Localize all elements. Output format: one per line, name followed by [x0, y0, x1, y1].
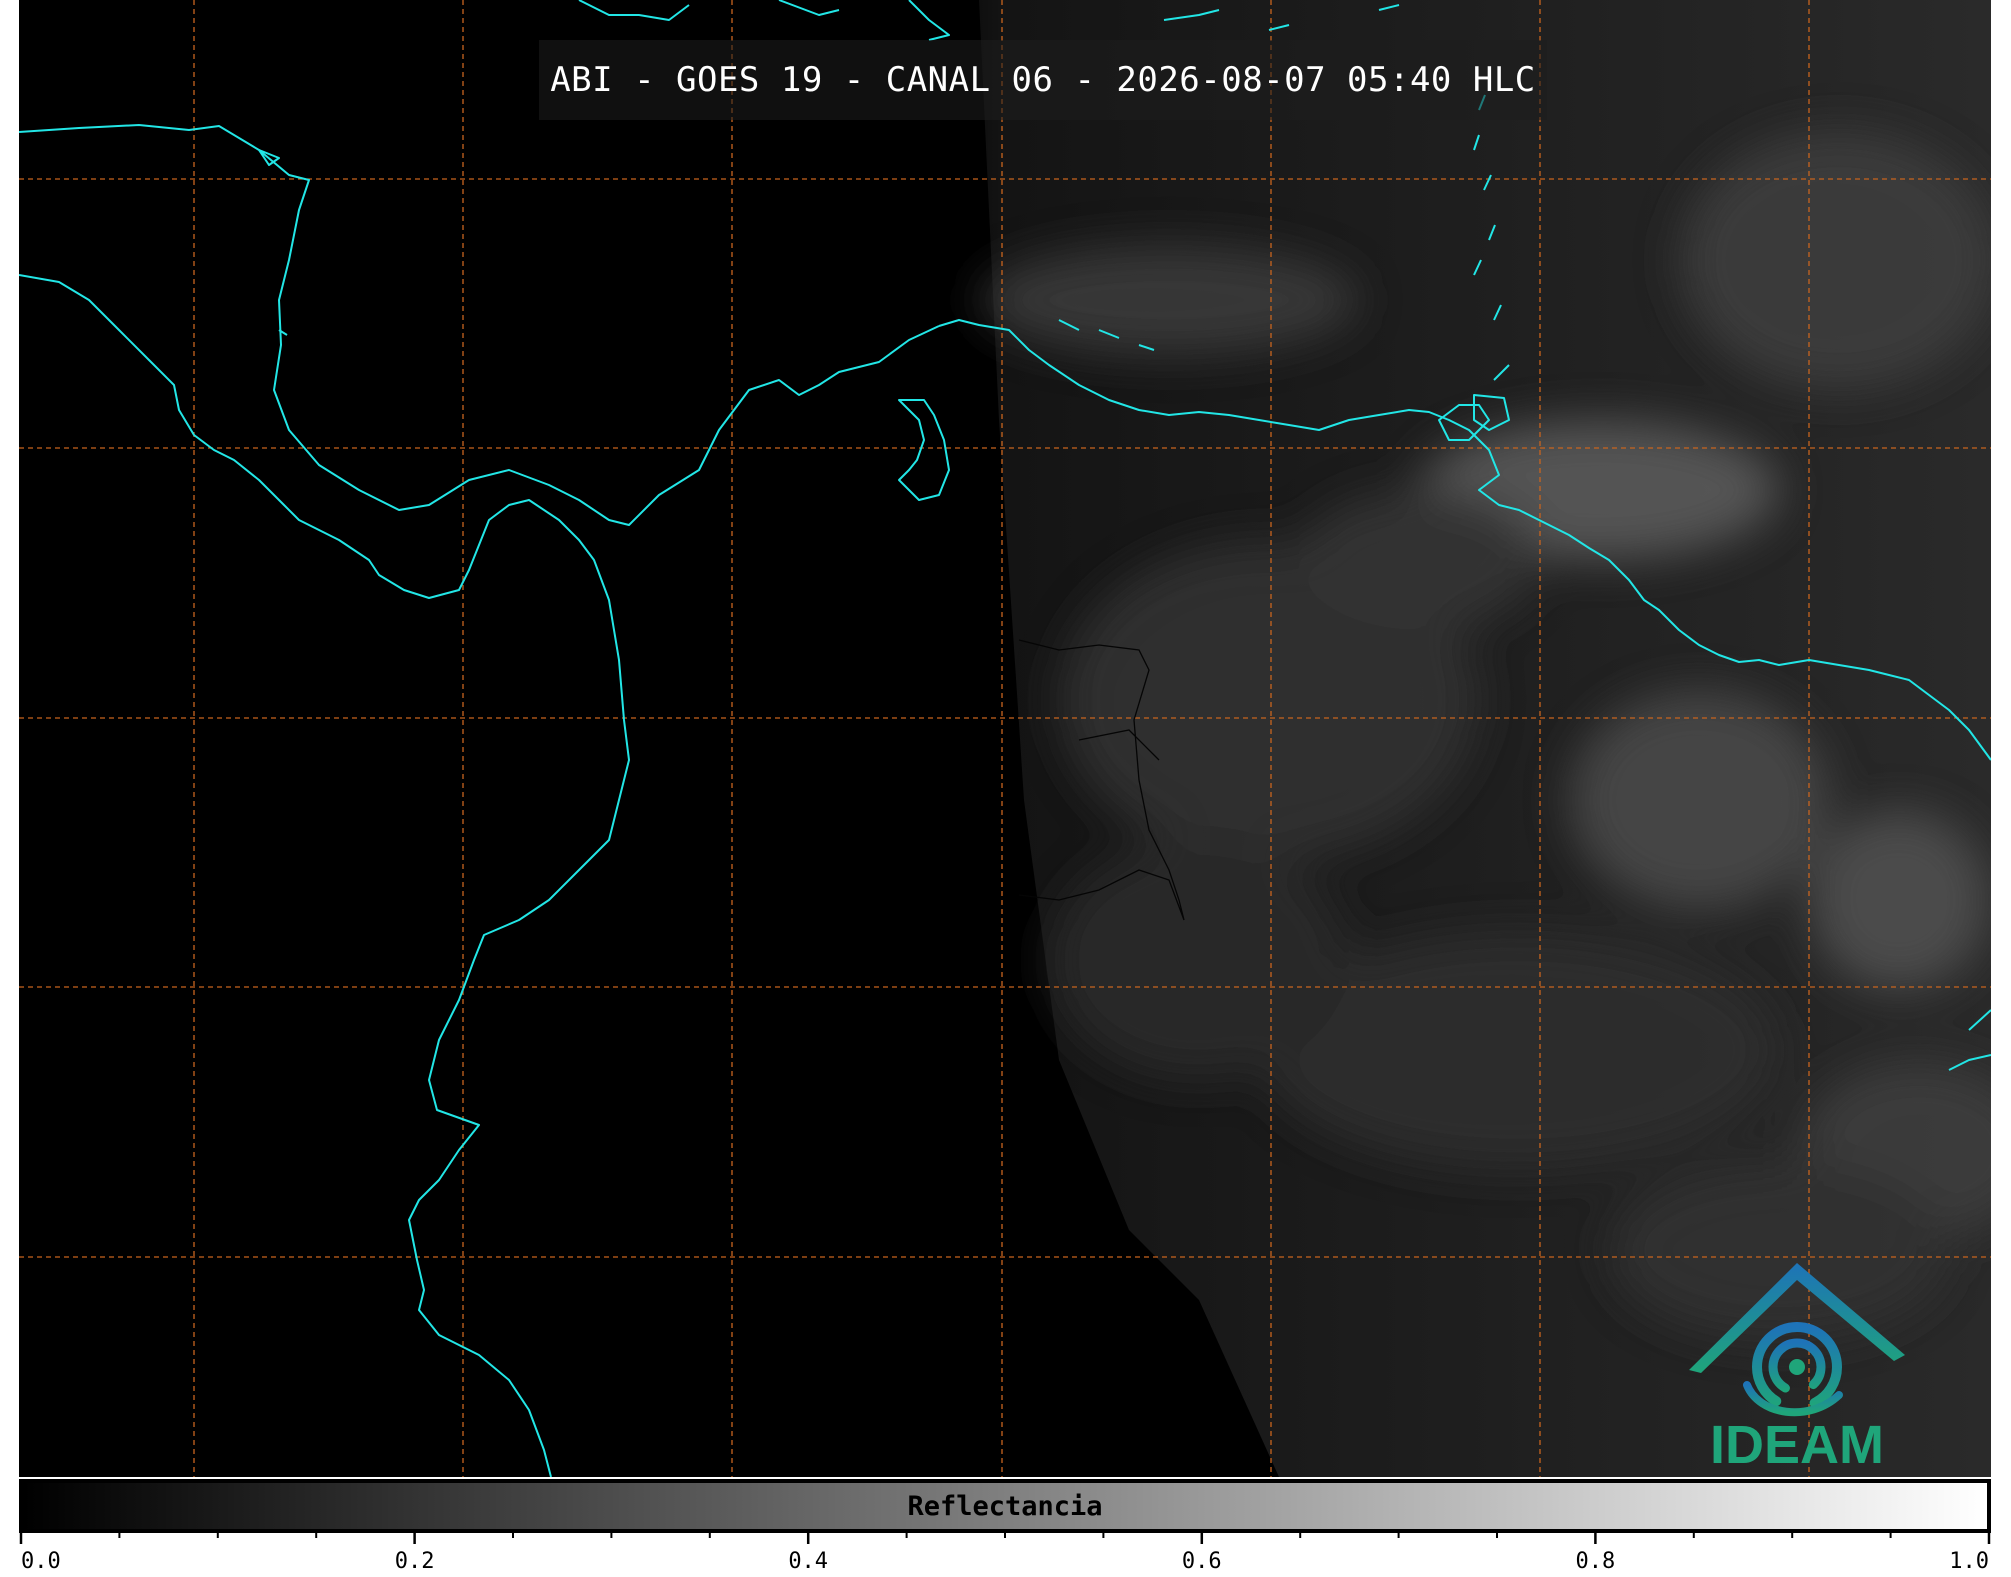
colorbar-tick-label: 0.6: [1182, 1549, 1222, 1574]
colorbar-tick-label: 0.4: [788, 1549, 828, 1574]
colorbar: Reflectancia: [19, 1479, 1991, 1533]
logo-text: IDEAM: [1710, 1415, 1884, 1470]
title-banner: ABI - GOES 19 - CANAL 06 - 2026-08-07 05…: [539, 40, 1547, 120]
map-title: ABI - GOES 19 - CANAL 06 - 2026-08-07 05…: [550, 60, 1536, 100]
logo-roof: [1689, 1263, 1905, 1373]
colorbar-tick-label: 1.0: [1949, 1549, 1989, 1574]
night-region: [19, 0, 979, 1477]
logo-spiral: [1743, 1322, 1843, 1417]
colorbar-axis: 0.0 0.2 0.4 0.6 0.8 1.0: [19, 1530, 1991, 1574]
colorbar-tick-label: 0.2: [395, 1549, 435, 1574]
colorbar-tick-label: 0.0: [21, 1549, 61, 1574]
ideam-logo: IDEAM: [1689, 1263, 1905, 1470]
colorbar-label: Reflectancia: [907, 1490, 1103, 1522]
satellite-image-panel: ABI - GOES 19 - CANAL 06 - 2026-08-07 05…: [19, 0, 1991, 1477]
colorbar-tick-label: 0.8: [1576, 1549, 1616, 1574]
